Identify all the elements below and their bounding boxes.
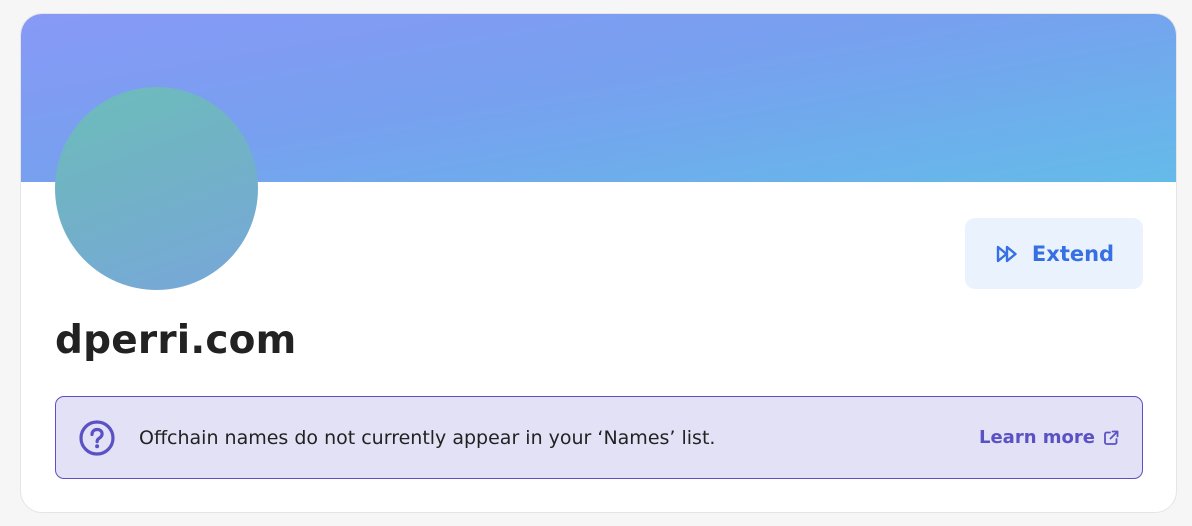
fast-forward-icon xyxy=(994,241,1020,267)
extend-button-label: Extend xyxy=(1031,241,1115,266)
avatar xyxy=(55,87,258,290)
external-link-icon xyxy=(1102,429,1120,447)
question-circle-icon xyxy=(78,419,116,457)
profile-card: Extend dperri.com Offchain names do not … xyxy=(20,13,1177,513)
learn-more-label: Learn more xyxy=(979,427,1095,448)
learn-more-link[interactable]: Learn more xyxy=(979,427,1120,448)
domain-name: dperri.com xyxy=(55,318,297,363)
offchain-notice-banner: Offchain names do not currently appear i… xyxy=(55,396,1143,479)
notice-message: Offchain names do not currently appear i… xyxy=(139,426,716,449)
extend-button[interactable]: Extend xyxy=(965,218,1143,289)
